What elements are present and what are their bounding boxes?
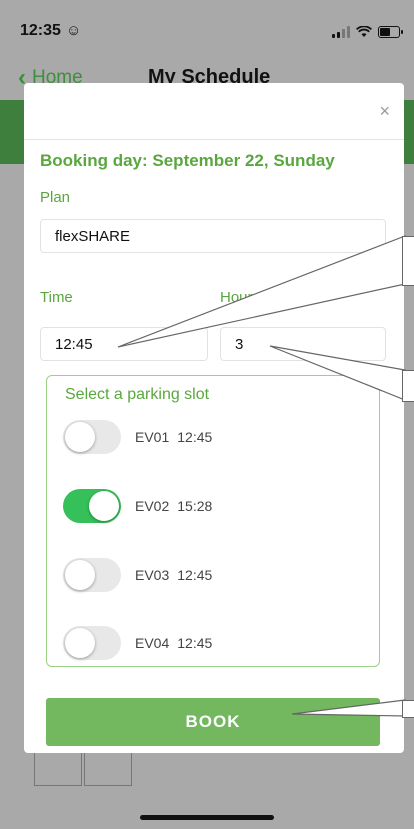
slot-time: 12:45 <box>177 429 213 445</box>
slot-toggle-ev01[interactable] <box>63 420 121 454</box>
slot-row-ev04: EV04 12:45 <box>63 626 212 660</box>
slot-id: EV03 <box>135 567 170 583</box>
callout-box <box>402 700 414 718</box>
plan-label: Plan <box>40 189 71 206</box>
hours-value: 3 <box>235 335 244 353</box>
slot-section-title: Select a parking slot <box>65 386 210 403</box>
slot-id: EV04 <box>135 635 170 651</box>
callout-box <box>402 236 414 286</box>
slot-toggle-ev04[interactable] <box>63 626 121 660</box>
booking-modal: × Booking day: September 22, Sunday Plan… <box>24 83 404 753</box>
status-icons <box>332 26 403 38</box>
slot-row-ev01: EV01 12:45 <box>63 420 212 454</box>
slot-row-ev02: EV02 15:28 <box>63 489 212 523</box>
close-icon[interactable]: × <box>379 101 390 122</box>
modal-divider <box>24 139 404 140</box>
callout-box <box>402 370 414 402</box>
parking-slot-section: Select a parking slot EV01 12:45 EV02 15… <box>46 375 380 667</box>
slot-row-ev03: EV03 12:45 <box>63 558 212 592</box>
slot-time: 12:45 <box>177 635 213 651</box>
cellular-signal-icon <box>332 26 350 38</box>
plan-value: flexSHARE <box>55 227 131 245</box>
battery-icon <box>378 26 403 38</box>
plan-field[interactable]: flexSHARE <box>40 219 386 253</box>
toggle-knob <box>65 560 95 590</box>
booking-day-heading: Booking day: September 22, Sunday <box>40 151 335 170</box>
slot-time: 15:28 <box>177 498 213 514</box>
hours-field[interactable]: 3 <box>220 327 386 361</box>
toggle-knob <box>65 422 95 452</box>
toggle-knob <box>65 628 95 658</box>
slot-time: 12:45 <box>177 567 213 583</box>
smiley-icon: ☺ <box>66 22 82 39</box>
status-time: 12:35 <box>20 22 61 39</box>
app-screen: 12:35 ☺ ‹ Home My Schedule × Booking day… <box>0 0 414 829</box>
book-button[interactable]: BOOK <box>46 698 380 746</box>
slot-toggle-ev03[interactable] <box>63 558 121 592</box>
home-indicator <box>140 815 274 820</box>
status-bar: 12:35 ☺ <box>0 0 414 60</box>
time-label: Time <box>40 289 73 306</box>
slot-id: EV02 <box>135 498 170 514</box>
time-value: 12:45 <box>55 335 93 353</box>
toggle-knob <box>89 491 119 521</box>
time-field[interactable]: 12:45 <box>40 327 208 361</box>
wifi-icon <box>356 26 372 37</box>
slot-toggle-ev02[interactable] <box>63 489 121 523</box>
slot-id: EV01 <box>135 429 170 445</box>
hours-label: Hours <box>220 289 261 306</box>
